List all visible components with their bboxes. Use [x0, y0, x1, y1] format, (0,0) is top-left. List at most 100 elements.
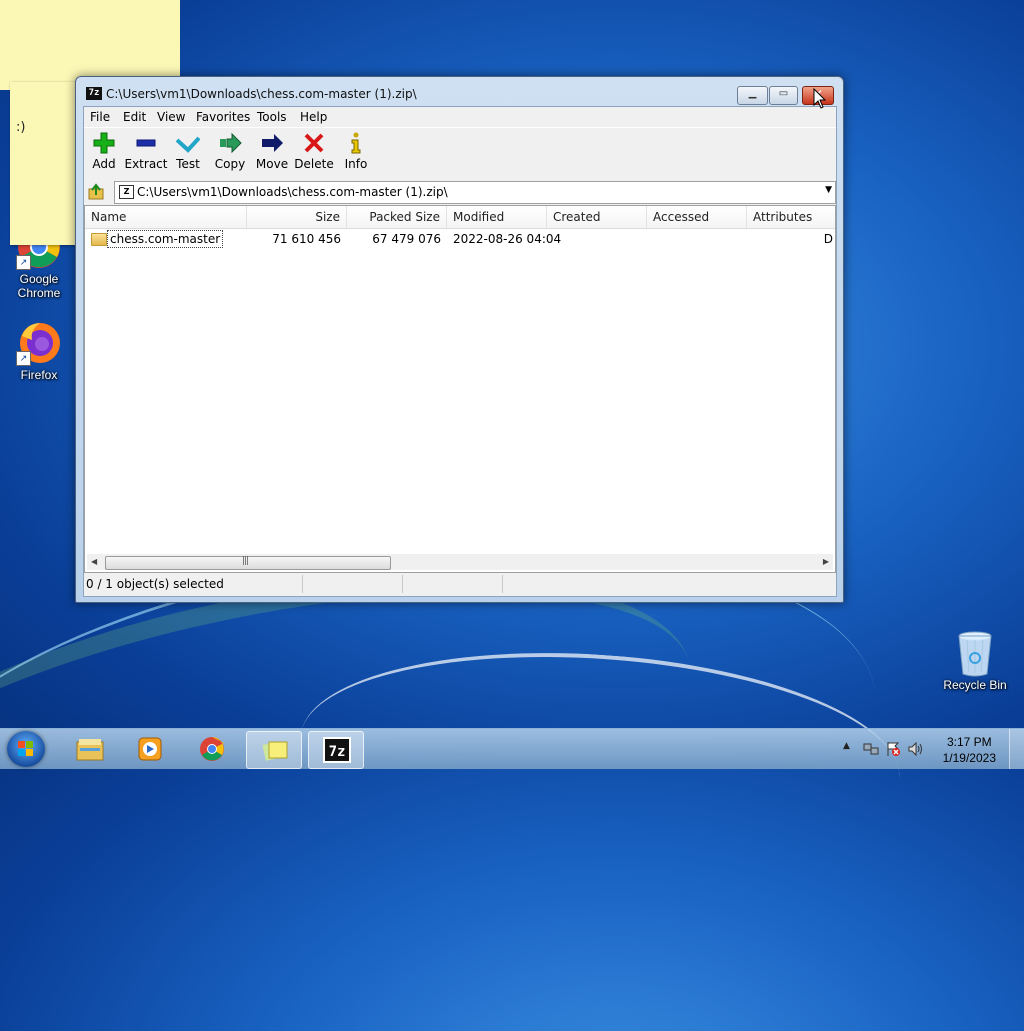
taskbar-sticky-notes[interactable]	[246, 731, 302, 769]
mouse-cursor-icon	[813, 88, 827, 109]
app-7zip-icon: 7z	[323, 737, 351, 763]
row-size: 71 610 456	[272, 232, 341, 246]
delete-button[interactable]: Delete	[292, 132, 336, 171]
title-bar[interactable]: 7z C:\Users\vm1\Downloads\chess.com-mast…	[76, 77, 843, 107]
address-input[interactable]: Z C:\Users\vm1\Downloads\chess.com-maste…	[114, 181, 836, 204]
menu-favorites[interactable]: Favorites	[196, 110, 250, 124]
archive-icon: Z	[119, 185, 134, 199]
scrollbar-thumb[interactable]: |||	[105, 556, 391, 570]
taskbar-explorer[interactable]	[62, 731, 116, 767]
copy-button[interactable]: Copy	[208, 132, 252, 171]
info-icon	[334, 132, 378, 154]
column-name[interactable]: Name	[85, 206, 247, 228]
desktop-icon-firefox[interactable]: ↗ Firefox	[1, 320, 77, 382]
chrome-icon	[200, 737, 224, 761]
address-text: C:\Users\vm1\Downloads\chess.com-master …	[137, 185, 448, 199]
volume-icon[interactable]	[907, 741, 923, 757]
desktop-icon-recycle-bin[interactable]: Recycle Bin	[937, 630, 1013, 692]
sticky-note[interactable]: :)	[10, 82, 80, 245]
clock[interactable]: 3:17 PM 1/19/2023	[943, 734, 996, 766]
taskbar-chrome[interactable]	[184, 731, 238, 767]
column-packed-size[interactable]: Packed Size	[347, 206, 447, 228]
taskbar-media-player[interactable]	[122, 731, 176, 767]
copy-arrow-icon	[208, 132, 252, 154]
shortcut-arrow-icon: ↗	[16, 255, 31, 270]
column-attributes[interactable]: Attributes	[747, 206, 835, 228]
folder-icon	[76, 739, 104, 761]
up-folder-button[interactable]	[88, 183, 106, 201]
row-packed-size: 67 479 076	[372, 232, 441, 246]
window-title: C:\Users\vm1\Downloads\chess.com-master …	[106, 87, 417, 101]
row-modified: 2022-08-26 04:04	[453, 232, 562, 246]
clock-time: 3:17 PM	[946, 735, 992, 749]
copy-label: Copy	[214, 157, 246, 171]
info-label: Info	[344, 157, 368, 171]
file-list[interactable]: Name Size Packed Size Modified Created A…	[84, 205, 836, 573]
menu-edit[interactable]: Edit	[123, 110, 146, 124]
start-button[interactable]	[7, 731, 45, 767]
status-segment	[84, 575, 303, 593]
column-size[interactable]: Size	[247, 206, 347, 228]
taskbar: 7z ▲ 3:17 PM 1/19/2023	[0, 728, 1024, 769]
grip-icon: |||	[242, 556, 249, 566]
x-icon	[292, 132, 336, 154]
menu-help[interactable]: Help	[300, 110, 327, 124]
minimize-button[interactable]: ▁	[737, 86, 768, 105]
clock-date: 1/19/2023	[942, 751, 996, 765]
sticky-notes-icon	[262, 741, 288, 761]
status-segment	[302, 575, 403, 593]
column-created[interactable]: Created	[547, 206, 647, 228]
delete-label: Delete	[294, 157, 334, 171]
show-desktop-button[interactable]	[1009, 729, 1024, 769]
taskbar-7zip[interactable]: 7z	[308, 731, 364, 769]
sticky-note-text: :)	[16, 120, 26, 135]
check-icon	[166, 132, 210, 154]
extract-label: Extract	[124, 157, 168, 171]
column-accessed[interactable]: Accessed	[647, 206, 747, 228]
system-tray: ▲ 3:17 PM 1/19/2023	[839, 729, 1024, 769]
media-player-icon	[138, 737, 162, 761]
add-label: Add	[92, 157, 116, 171]
info-button[interactable]: Info	[334, 132, 378, 171]
test-button[interactable]: Test	[166, 132, 210, 171]
menu-file[interactable]: File	[90, 110, 110, 124]
folder-icon	[91, 233, 107, 246]
address-bar: Z C:\Users\vm1\Downloads\chess.com-maste…	[84, 180, 836, 204]
status-segment	[502, 575, 834, 593]
scroll-left-icon[interactable]: ◀	[91, 557, 97, 566]
desktop-icon-label: Recycle Bin	[943, 678, 1007, 692]
desktop-icon-label: Firefox	[20, 368, 58, 382]
status-bar: 0 / 1 object(s) selected	[84, 573, 836, 595]
row-name: chess.com-master	[107, 230, 224, 248]
maximize-button[interactable]: ▭	[769, 86, 798, 105]
menu-tools[interactable]: Tools	[257, 110, 287, 124]
status-segment	[402, 575, 503, 593]
test-label: Test	[176, 157, 200, 171]
show-hidden-icons-icon[interactable]: ▲	[843, 741, 850, 751]
network-icon[interactable]	[863, 741, 879, 757]
menu-view[interactable]: View	[157, 110, 185, 124]
chevron-down-icon[interactable]: ▼	[825, 185, 832, 195]
extract-button[interactable]: Extract	[124, 132, 168, 171]
action-center-flag-icon[interactable]	[885, 741, 901, 757]
firefox-icon: ↗	[16, 320, 62, 366]
move-button[interactable]: Move	[250, 132, 294, 171]
maximize-icon: ▭	[778, 88, 789, 99]
column-header: Name Size Packed Size Modified Created A…	[85, 206, 835, 229]
column-modified[interactable]: Modified	[447, 206, 547, 228]
add-button[interactable]: Add	[82, 132, 126, 171]
window-client: File Edit View Favorites Tools Help Add …	[83, 106, 837, 597]
table-row[interactable]: chess.com-master 71 610 456 67 479 076 2…	[85, 230, 835, 248]
menu-bar: File Edit View Favorites Tools Help	[84, 107, 836, 127]
horizontal-scrollbar[interactable]: ◀ ||| ▶	[87, 554, 833, 570]
toolbar: Add Extract Test Copy Move Delete Info	[84, 127, 836, 178]
file-manager-window[interactable]: 7z C:\Users\vm1\Downloads\chess.com-mast…	[75, 76, 844, 603]
recycle-bin-icon	[952, 630, 998, 677]
move-label: Move	[255, 157, 289, 171]
scroll-right-icon[interactable]: ▶	[823, 557, 829, 566]
minus-icon	[124, 132, 168, 154]
app-7zip-icon: 7z	[86, 87, 102, 100]
minimize-icon: ▁	[748, 88, 757, 99]
up-folder-icon	[88, 183, 104, 200]
move-arrow-icon	[250, 132, 294, 154]
